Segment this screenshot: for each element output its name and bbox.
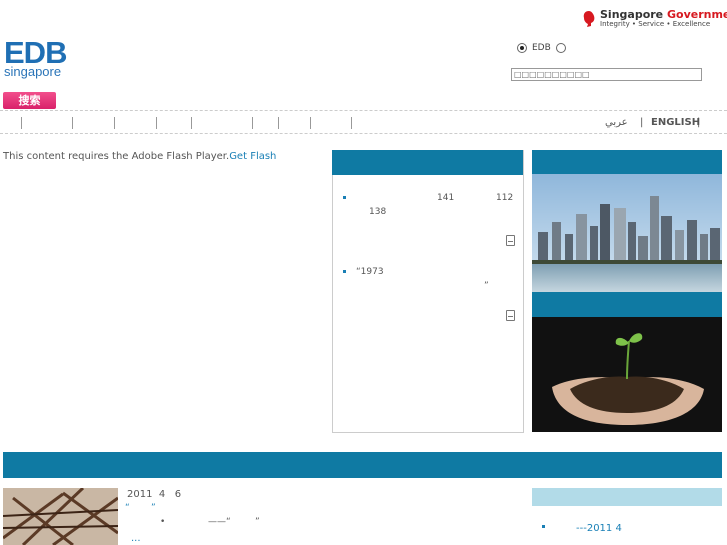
gov-logo-tagline: Integrity • Service • Excellence [600,20,711,28]
lang-english[interactable]: ENGLISH [651,117,700,128]
search-button[interactable]: 搜索 [3,92,56,109]
singapore-government-logo[interactable]: Singapore Government Integrity • Service… [578,6,727,32]
lang-separator: | [640,117,644,128]
divider [0,110,727,111]
singapore-skyline-image[interactable] [532,174,722,292]
seedling-hands-image[interactable] [532,317,722,432]
nav-separator [72,117,73,129]
nav-separator [156,117,157,129]
search-scope: EDB [517,41,571,55]
news-item-text[interactable]: “1973 [356,267,384,277]
lang-arabic[interactable]: عربي [605,117,628,128]
news-item-text: ” [484,281,489,291]
nav-separator [351,117,352,129]
news-quote-close: ” [151,503,156,513]
nav-separator [278,117,279,129]
nav-separator [114,117,115,129]
bullet-icon [343,196,346,199]
news-date: 2011 4 6 [127,489,182,500]
news-item-number: 112 [496,193,514,203]
nav-separator [21,117,22,129]
edb-logo[interactable]: EDB singapore [4,37,67,79]
radio-icon[interactable] [555,43,566,53]
document-icon[interactable] [506,235,515,246]
singapore-lion-icon [583,11,595,27]
news-quote-close: ” [255,517,260,527]
nav-separator [191,117,192,129]
scope-edb-label: EDB [532,43,551,53]
publication-link[interactable]: ---2011 4 [576,523,622,534]
get-flash-link[interactable]: Get Flash [229,151,276,162]
read-more-link[interactable]: ... [131,533,141,544]
news-panel-header [332,150,523,175]
radio-selected-icon[interactable] [517,43,527,53]
news-quote-open: “ [125,503,130,513]
publications-header [532,488,722,506]
news-dash: ——“ [208,517,231,527]
news-dot: • [160,517,166,527]
news-item-number: 138 [369,207,387,217]
right-panel-header [532,150,722,175]
section-band [3,452,722,478]
nav-separator [252,117,253,129]
flash-message: This content requires the Adobe Flash Pl… [3,151,277,162]
nav-separator [310,117,311,129]
search-input[interactable]: □□□□□□□□□□ [511,68,702,81]
bullet-icon [343,270,346,273]
news-item-number: 141 [437,193,455,203]
document-icon[interactable] [506,310,515,321]
edb-logo-subtext: singapore [4,64,62,79]
right-panel-header [532,292,722,317]
lang-separator: | [697,117,701,128]
divider [0,133,727,134]
bullet-icon [542,525,545,528]
news-thumbnail-image[interactable] [3,488,118,545]
